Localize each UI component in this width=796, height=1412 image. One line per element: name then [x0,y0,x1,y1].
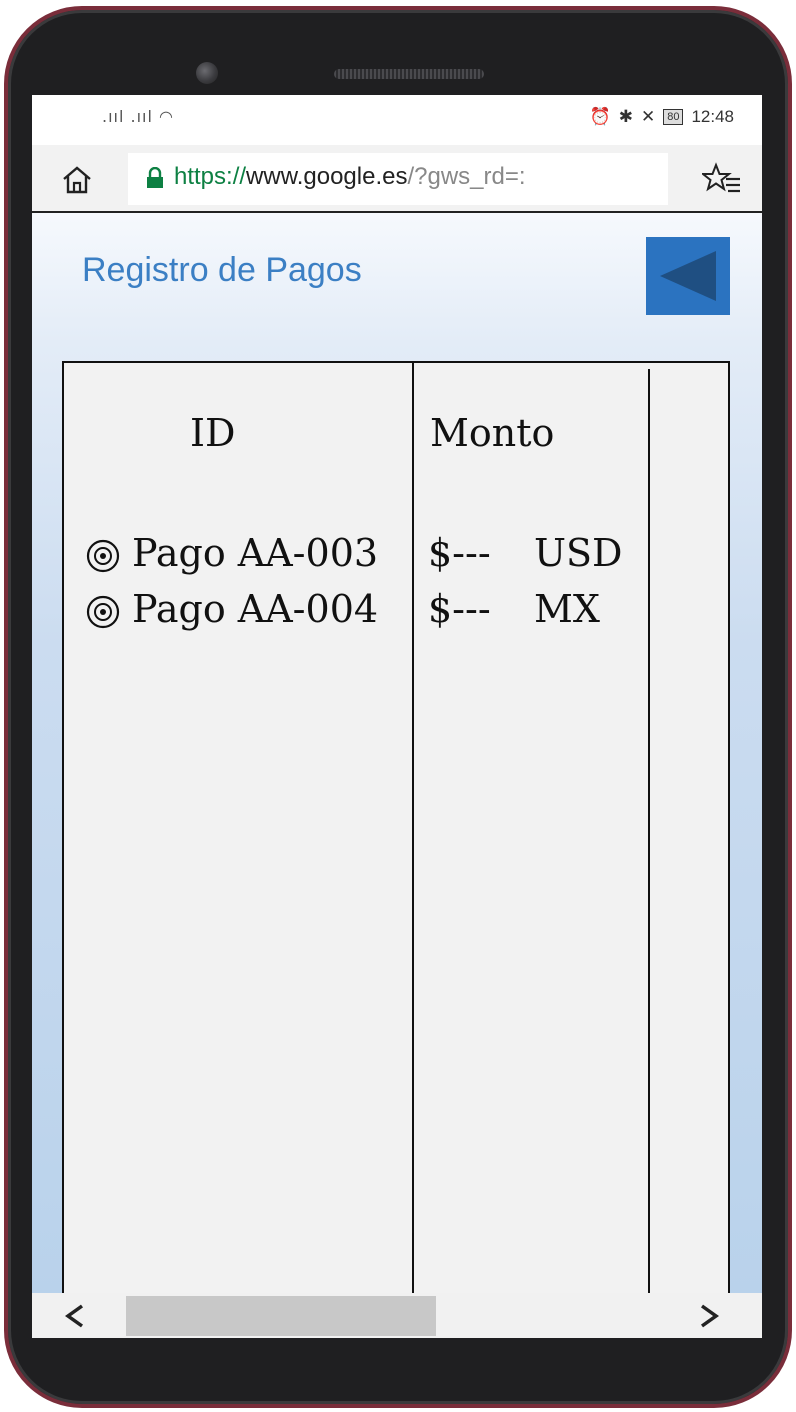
page-content: Registro de Pagos ID Monto Pago AA-003 $… [32,213,762,1305]
status-bar: .ııl .ııl ◠ ⏰ ✱ ✕ 80 12:48 [32,95,762,145]
horizontal-scrollbar[interactable] [32,1293,762,1338]
column-header-id: ID [190,411,236,455]
url-host: www.google.es [246,163,408,190]
url-path: /?gws_rd=: [407,163,526,190]
page-title: Registro de Pagos [82,251,362,289]
url-field[interactable]: https://www.google.es/?gws_rd=: [128,153,668,205]
column-divider [412,363,414,1299]
browser-toolbar: https://www.google.es/?gws_rd=: [32,145,762,213]
alarm-icon: ⏰ [589,107,611,126]
camera-lens [196,62,218,84]
payments-table: ID Monto Pago AA-003 $--- USD Pago AA-00… [62,361,730,1305]
table-row[interactable]: Pago AA-003 $--- USD [64,525,704,581]
column-header-monto: Monto [430,411,555,455]
back-arrow-icon [660,251,716,301]
back-button[interactable] [646,237,730,315]
payment-currency: MX [534,587,600,631]
scroll-right-icon[interactable] [696,1303,722,1329]
home-icon[interactable] [60,163,94,197]
table-row[interactable]: Pago AA-004 $--- MX [64,581,704,637]
column-divider [648,369,650,1305]
payment-amount: $--- [428,587,491,631]
earpiece-speaker [334,69,484,79]
bluetooth-icon: ✱ [618,107,633,126]
payment-id: Pago AA-004 [132,587,379,631]
payment-currency: USD [534,531,623,575]
scroll-thumb[interactable] [126,1296,436,1336]
url-text: https://www.google.es/?gws_rd=: [174,163,526,191]
radio-button-icon[interactable] [86,595,120,629]
battery-icon: 80 [663,109,684,125]
signal-strength: .ııl .ııl ◠ [102,107,174,126]
wifi-icon: ◠ [159,107,174,126]
payment-amount: $--- [428,531,491,575]
signal-bars-icon: .ııl .ııl [102,107,153,126]
scroll-left-icon[interactable] [62,1303,88,1329]
lock-icon [147,167,163,188]
radio-button-icon[interactable] [86,539,120,573]
url-scheme: https:// [174,163,247,190]
status-right: ⏰ ✱ ✕ 80 12:48 [590,107,734,127]
mute-icon: ✕ [640,107,656,126]
payment-id: Pago AA-003 [132,531,379,575]
star-list-icon[interactable] [702,161,742,197]
phone-screen: .ııl .ııl ◠ ⏰ ✱ ✕ 80 12:48 https://www.g… [32,95,762,1338]
clock: 12:48 [691,107,734,126]
